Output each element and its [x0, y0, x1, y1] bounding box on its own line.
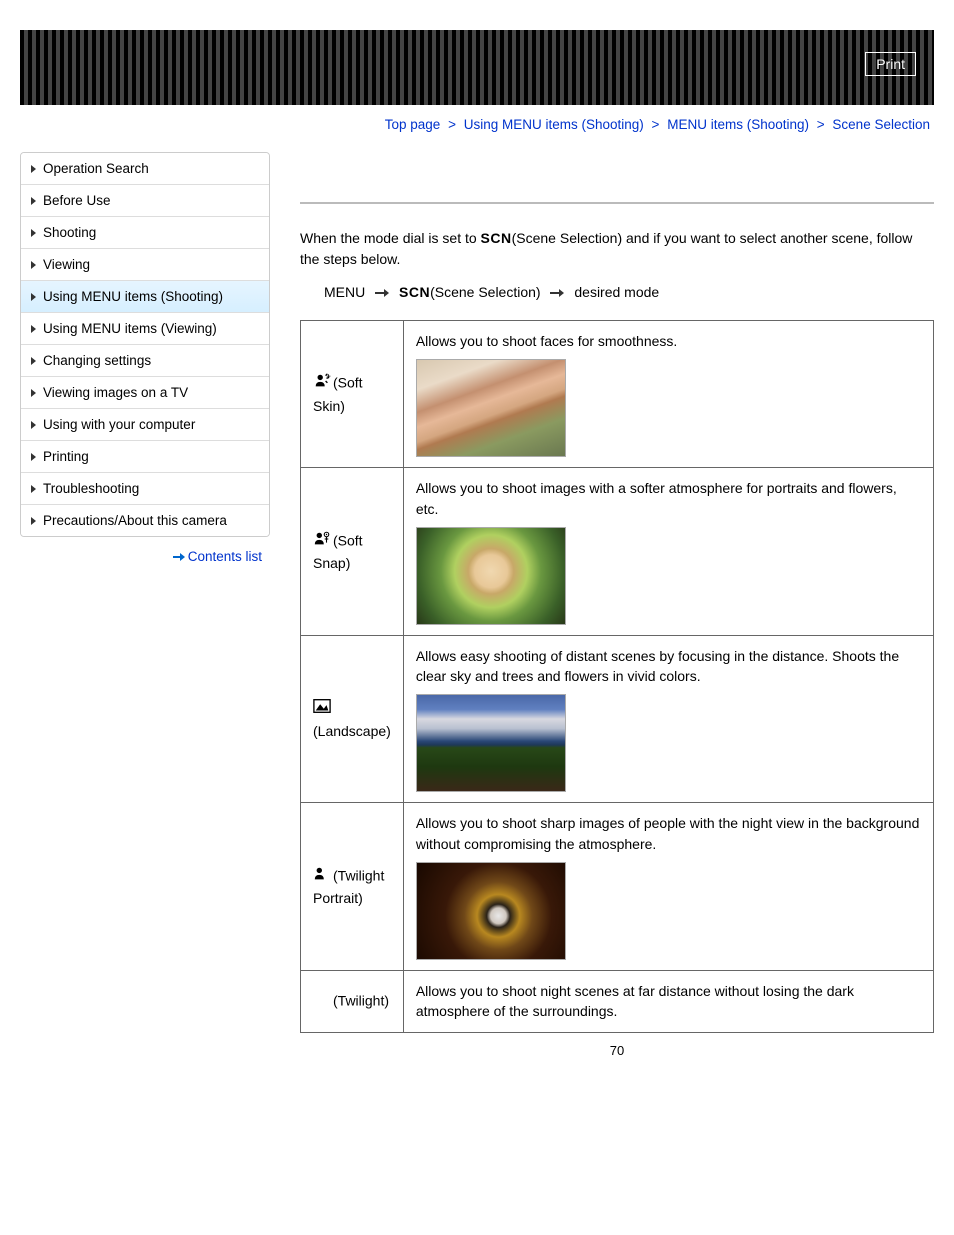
desc-cell: Allows you to shoot images with a softer… [403, 468, 933, 636]
mode-description: Allows you to shoot night scenes at far … [416, 981, 921, 1022]
sidebar-item[interactable]: Shooting [21, 217, 269, 249]
sidebar-item[interactable]: Before Use [21, 185, 269, 217]
breadcrumb-link[interactable]: Top page [385, 117, 441, 132]
breadcrumb-link[interactable]: MENU items (Shooting) [667, 117, 809, 132]
contents-list-link[interactable]: Contents list [188, 549, 262, 564]
mode-cell: (Twilight Portrait) [301, 803, 404, 971]
page-number: 70 [300, 1043, 934, 1058]
menu-step: MENU [324, 284, 365, 300]
arrow-right-icon [173, 553, 185, 561]
mode-cell: (Landscape) [301, 635, 404, 803]
sidebar-item[interactable]: Viewing [21, 249, 269, 281]
sidebar-item[interactable]: Using with your computer [21, 409, 269, 441]
sidebar-item[interactable]: Precautions/About this camera [21, 505, 269, 536]
menu-step: desired mode [574, 284, 659, 300]
sidebar-item[interactable]: Printing [21, 441, 269, 473]
main-content: When the mode dial is set to SCN(Scene S… [300, 152, 934, 1058]
mode-label: (Landscape) [313, 723, 391, 739]
soft-snap-icon [313, 530, 331, 553]
scene-table: (Soft Skin) Allows you to shoot faces for… [300, 320, 934, 1033]
twilight-icon [313, 990, 331, 1013]
scn-label: SCN [399, 284, 430, 300]
mode-description: Allows you to shoot sharp images of peop… [416, 813, 921, 854]
landscape-icon [313, 697, 331, 720]
sidebar-item[interactable]: Using MENU items (Shooting) [21, 281, 269, 313]
sample-image [416, 527, 566, 625]
intro-text: When the mode dial is set to SCN(Scene S… [300, 228, 934, 270]
breadcrumb: Top page > Using MENU items (Shooting) >… [0, 105, 954, 152]
sidebar: Operation SearchBefore UseShootingViewin… [20, 152, 270, 537]
desc-cell: Allows you to shoot sharp images of peop… [403, 803, 933, 971]
mode-cell: (Soft Snap) [301, 468, 404, 636]
desc-cell: Allows easy shooting of distant scenes b… [403, 635, 933, 803]
sidebar-item[interactable]: Operation Search [21, 153, 269, 185]
scn-label: SCN [481, 230, 512, 246]
arrow-icon [375, 289, 389, 297]
mode-description: Allows you to shoot images with a softer… [416, 478, 921, 519]
header-bar: Print [20, 30, 934, 105]
sample-image [416, 862, 566, 960]
mode-description: Allows easy shooting of distant scenes b… [416, 646, 921, 687]
mode-description: Allows you to shoot faces for smoothness… [416, 331, 921, 351]
breadcrumb-link[interactable]: Using MENU items (Shooting) [464, 117, 644, 132]
divider [300, 202, 934, 204]
breadcrumb-sep: > [448, 117, 456, 132]
mode-cell: (Twilight) [301, 971, 404, 1033]
table-row: (Landscape) Allows easy shooting of dista… [301, 635, 934, 803]
table-row: (Twilight) Allows you to shoot night scen… [301, 971, 934, 1033]
sidebar-item[interactable]: Troubleshooting [21, 473, 269, 505]
soft-skin-icon [313, 372, 331, 395]
desc-cell: Allows you to shoot night scenes at far … [403, 971, 933, 1033]
sample-image [416, 694, 566, 792]
twilight-portrait-icon [313, 865, 331, 888]
breadcrumb-link[interactable]: Scene Selection [832, 117, 930, 132]
table-row: (Soft Skin) Allows you to shoot faces for… [301, 321, 934, 468]
mode-label: (Twilight) [333, 992, 389, 1008]
sidebar-item[interactable]: Viewing images on a TV [21, 377, 269, 409]
table-row: (Twilight Portrait) Allows you to shoot s… [301, 803, 934, 971]
sample-image [416, 359, 566, 457]
table-row: (Soft Snap) Allows you to shoot images wi… [301, 468, 934, 636]
arrow-icon [550, 289, 564, 297]
menu-path: MENU SCN(Scene Selection) desired mode [300, 284, 934, 300]
breadcrumb-sep: > [817, 117, 825, 132]
contents-list-wrap: Contents list [20, 537, 270, 576]
sidebar-item[interactable]: Using MENU items (Viewing) [21, 313, 269, 345]
sidebar-item[interactable]: Changing settings [21, 345, 269, 377]
breadcrumb-sep: > [652, 117, 660, 132]
menu-step: (Scene Selection) [430, 284, 541, 300]
mode-cell: (Soft Skin) [301, 321, 404, 468]
desc-cell: Allows you to shoot faces for smoothness… [403, 321, 933, 468]
print-button[interactable]: Print [865, 52, 916, 76]
